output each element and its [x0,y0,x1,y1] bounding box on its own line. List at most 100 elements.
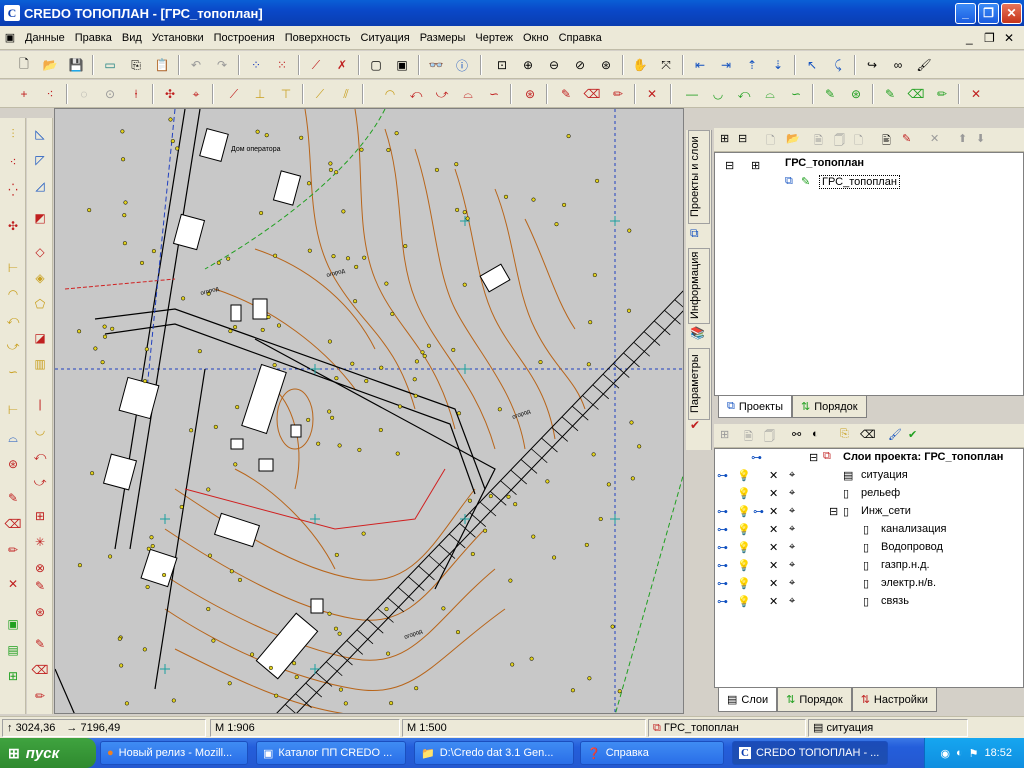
tool-ruler-icon[interactable]: ▥ [30,354,50,374]
layer-8-bulb-icon[interactable]: 💡 [737,595,751,608]
layer-8-lock-icon[interactable]: ✕ [769,595,778,608]
menu-settings[interactable]: Установки [147,32,209,44]
start-button[interactable]: ⊞ пуск [0,738,96,768]
layer-eraser-icon[interactable]: ⌫ [860,428,876,441]
layer-add-icon[interactable]: ⊞ [720,428,729,441]
tray-app-icon[interactable]: ◐ [956,747,963,759]
layer-comm[interactable]: связь [881,595,909,607]
tool-red-square-icon[interactable]: ◪ [30,328,50,348]
layer-sewer[interactable]: канализация [881,523,947,535]
task-firefox[interactable]: ● Новый релиз - Mozill... [100,741,248,765]
move-horizontal2-icon[interactable]: ⇥ [716,55,736,75]
tool-line-edit-icon[interactable]: ✎ [30,576,50,596]
green-erase-icon[interactable]: ⌫ [906,84,926,104]
menu-situation[interactable]: Ситуация [356,32,415,44]
layer-1-snap-icon[interactable]: ⌖ [789,469,795,482]
tool-rhombus-icon[interactable]: ◇ [30,242,50,262]
zoom-out-icon[interactable]: ⊖ [544,55,564,75]
move-horizontal-icon[interactable]: ⇤ [690,55,710,75]
tool-arc3-icon[interactable]: ⤻ [3,336,23,356]
new-doc-icon[interactable]: 🗋 [766,132,775,151]
tool-star-icon[interactable]: ✳ [30,532,50,552]
tool-points2-icon[interactable]: ⁛ [3,180,23,200]
layer-7-lock-icon[interactable]: ✕ [769,577,778,590]
line-icon[interactable]: ⟋ [310,84,330,104]
layer-8-link-icon[interactable]: ⊶ [717,595,728,608]
points-icon[interactable]: ⁖ [40,84,60,104]
layer-6-bulb-icon[interactable]: 💡 [737,559,751,572]
zoom-prev-icon[interactable]: ⊘ [570,55,590,75]
redo-icon[interactable]: ↷ [212,55,232,75]
tool-measure-icon[interactable]: ⊢ [3,400,23,420]
level-icon[interactable]: ⍿ [126,84,146,104]
menu-dimensions[interactable]: Размеры [415,32,471,44]
circle-tangent-icon[interactable]: ⌓ [458,84,478,104]
menu-window[interactable]: Окно [518,32,554,44]
tool-grid-icon[interactable]: ⊞ [30,506,50,526]
tab-projects[interactable]: ⧉ Проекты [718,396,792,418]
tab-order-layers[interactable]: ⇅ Порядок [777,688,852,712]
tool-point-icon[interactable]: ✣ [3,216,23,236]
segment-icon[interactable]: ⟋ [224,84,244,104]
tab-order-projects[interactable]: ⇅ Порядок [792,396,867,418]
erase-icon[interactable]: ⌫ [582,84,602,104]
layer-1-lock-icon[interactable]: ✕ [769,469,778,482]
tool-pentagon-icon[interactable]: ⬠ [30,294,50,314]
pan-icon[interactable]: ✋ [630,55,650,75]
layer-7-snap-icon[interactable]: ⌖ [789,577,795,590]
perpendicular2-icon[interactable]: ⊤ [276,84,296,104]
tab-information[interactable]: Информация [688,248,710,324]
tab-layers[interactable]: ▤ Слои [718,688,778,712]
tool-erase-icon[interactable]: ⌫ [3,514,23,534]
layer-6-snap-icon[interactable]: ⌖ [789,559,795,572]
layer-3-snap-icon[interactable]: ⌖ [789,505,795,518]
arc2-icon[interactable]: ⤺ [406,84,426,104]
cross-point-icon[interactable]: ✣ [160,84,180,104]
zoom-window-icon[interactable]: ⊡ [492,55,512,75]
tool-arc2-icon[interactable]: ⤺ [3,310,23,330]
layer-7-bulb-icon[interactable]: 💡 [737,577,751,590]
task-catalog[interactable]: ▣ Каталог ПП CREDO ... [256,741,406,765]
minimize-button[interactable]: _ [955,3,976,24]
layer-copy-icon[interactable]: ⎘ [840,428,849,441]
layer-1-link-icon[interactable]: ⊶ [717,469,728,482]
layer-link-icon[interactable]: ⚯ [792,428,801,441]
tab-settings[interactable]: ⇅ Настройки [851,688,937,712]
tool-triangle3-icon[interactable]: ◿ [30,176,50,196]
tab-projects-layers[interactable]: Проекты и слои [688,130,710,224]
target-icon[interactable]: ⊛ [520,84,540,104]
pencil-icon[interactable]: ✏ [608,84,628,104]
layer-2-lock-icon[interactable]: ✕ [769,487,778,500]
layer-relief[interactable]: рельеф [861,487,900,499]
layer-situation[interactable]: ситуация [861,469,908,481]
doc-edit-icon[interactable]: 🗎 [814,132,823,151]
layer-gas[interactable]: газпр.н.д. [881,559,930,571]
layer-water[interactable]: Водопровод [881,541,943,553]
tray-network-icon[interactable]: ◉ [940,747,950,760]
tool-rhombus2-icon[interactable]: ◈ [30,268,50,288]
cross-point2-icon[interactable]: ⌖ [186,84,206,104]
green-line-edit-icon[interactable]: ✎ [880,84,900,104]
pointer2-icon[interactable]: ⤹ [828,55,848,75]
green-arc-icon[interactable]: ◡ [708,84,728,104]
select-points-icon[interactable]: ⁘ [246,55,266,75]
layer-2-bulb-icon[interactable]: 💡 [737,487,751,500]
tool-arc-icon[interactable]: ◠ [3,284,23,304]
info-icon[interactable]: ⓘ [452,55,472,75]
tool-edit2-icon[interactable]: ✎ [30,634,50,654]
layer-3-link2-icon[interactable]: ⊶ [753,505,764,518]
layer-brush-icon[interactable]: 🖌 [888,428,902,441]
tool-erase2-icon[interactable]: ⌫ [30,660,50,680]
layer-3-lock-icon[interactable]: ✕ [769,505,778,518]
layer-check-icon[interactable]: ✔ [908,428,917,441]
layer-4-lock-icon[interactable]: ✕ [769,523,778,536]
layer-8-snap-icon[interactable]: ⌖ [789,595,795,608]
arrow-up-icon[interactable]: ⬆ [958,132,967,145]
task-help[interactable]: ❓ Справка [580,741,724,765]
layers-expand-icon[interactable]: ⊟ [809,451,818,464]
tool-spiral-icon[interactable]: ∽ [3,362,23,382]
layers-header[interactable]: Слои проекта: ГРС_топоплан [843,451,1003,463]
delete-line-icon[interactable]: ✗ [332,55,352,75]
layer-3-expand-icon[interactable]: ⊟ [829,505,838,518]
perpendicular-icon[interactable]: ⊥ [250,84,270,104]
